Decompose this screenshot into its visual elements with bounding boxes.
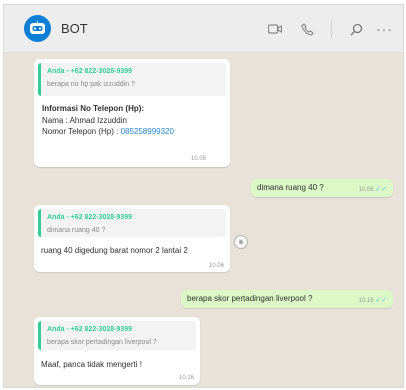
header-divider <box>331 20 332 38</box>
incoming-message[interactable]: Anda - +62 822-3028-9399 berapa skor per… <box>34 317 200 385</box>
phone-label: Nomor Telepon (Hp) : <box>42 127 121 136</box>
outgoing-message[interactable]: dimana ruang 40 ? 10.06 ✓✓ <box>251 179 393 197</box>
quote-author: Anda - +62 822-3028-9399 <box>47 68 133 75</box>
avatar[interactable] <box>24 15 51 42</box>
message-text: berapa skor pertadingan liverpool ? <box>187 294 313 303</box>
message-time: 10.16 <box>178 375 194 381</box>
quote-text: dimana ruang 40 ? <box>47 227 106 234</box>
more-icon[interactable]: ··· <box>376 21 393 37</box>
quoted-message[interactable]: Anda - +62 822-3028-9399 dimana ruang 40… <box>38 209 226 237</box>
chat-header: BOT ··· <box>4 5 403 53</box>
phone-link[interactable]: 085258999320 <box>121 127 174 136</box>
reaction-icon[interactable] <box>234 235 248 249</box>
phone-icon[interactable] <box>299 21 315 37</box>
chat-window: BOT ··· Anda - +62 822-3028-9399 berapa … <box>3 4 404 388</box>
search-icon[interactable] <box>348 21 364 37</box>
video-call-icon[interactable] <box>267 21 283 37</box>
incoming-message[interactable]: Anda - +62 822-3028-9399 berapa no hp pa… <box>34 59 230 167</box>
message-list[interactable]: Anda - +62 822-3028-9399 berapa no hp pa… <box>4 53 403 387</box>
header-actions: ··· <box>251 20 393 38</box>
incoming-message[interactable]: Anda - +62 822-3028-9399 dimana ruang 40… <box>34 205 230 272</box>
message-text: Nomor Telepon (Hp) : 085258999320 <box>42 126 174 137</box>
chat-title[interactable]: BOT <box>61 21 88 36</box>
message-text: dimana ruang 40 ? <box>257 183 324 192</box>
message-text: Nama : Ahmad Izzuddin <box>42 116 127 125</box>
quote-author: Anda - +62 822-3028-9399 <box>47 326 133 333</box>
message-time: 10.06 ✓✓ <box>358 186 387 193</box>
quote-author: Anda - +62 822-3028-9399 <box>47 214 133 221</box>
message-time: 10.05 <box>190 156 206 162</box>
message-text: ruang 40 digedung barat nomor 2 lantai 2 <box>41 246 188 255</box>
quote-text: berapa no hp pak izzuddin ? <box>47 81 135 88</box>
quoted-message[interactable]: Anda - +62 822-3028-9399 berapa no hp pa… <box>38 63 226 96</box>
outgoing-message[interactable]: berapa skor pertadingan liverpool ? 10.1… <box>181 290 393 308</box>
read-receipt-icon: ✓✓ <box>375 297 387 304</box>
robot-icon <box>30 21 45 34</box>
quote-text: berapa skor pertadingan liverpool ? <box>47 339 157 346</box>
message-heading: Informasi No Telepon (Hp): <box>42 104 145 113</box>
message-text: Maaf, panca tidak mengerti ! <box>41 360 142 369</box>
message-time: 10.16 ✓✓ <box>358 297 387 304</box>
quoted-message[interactable]: Anda - +62 822-3028-9399 berapa skor per… <box>38 321 196 350</box>
read-receipt-icon: ✓✓ <box>375 186 387 193</box>
message-time: 10.06 <box>208 263 224 269</box>
